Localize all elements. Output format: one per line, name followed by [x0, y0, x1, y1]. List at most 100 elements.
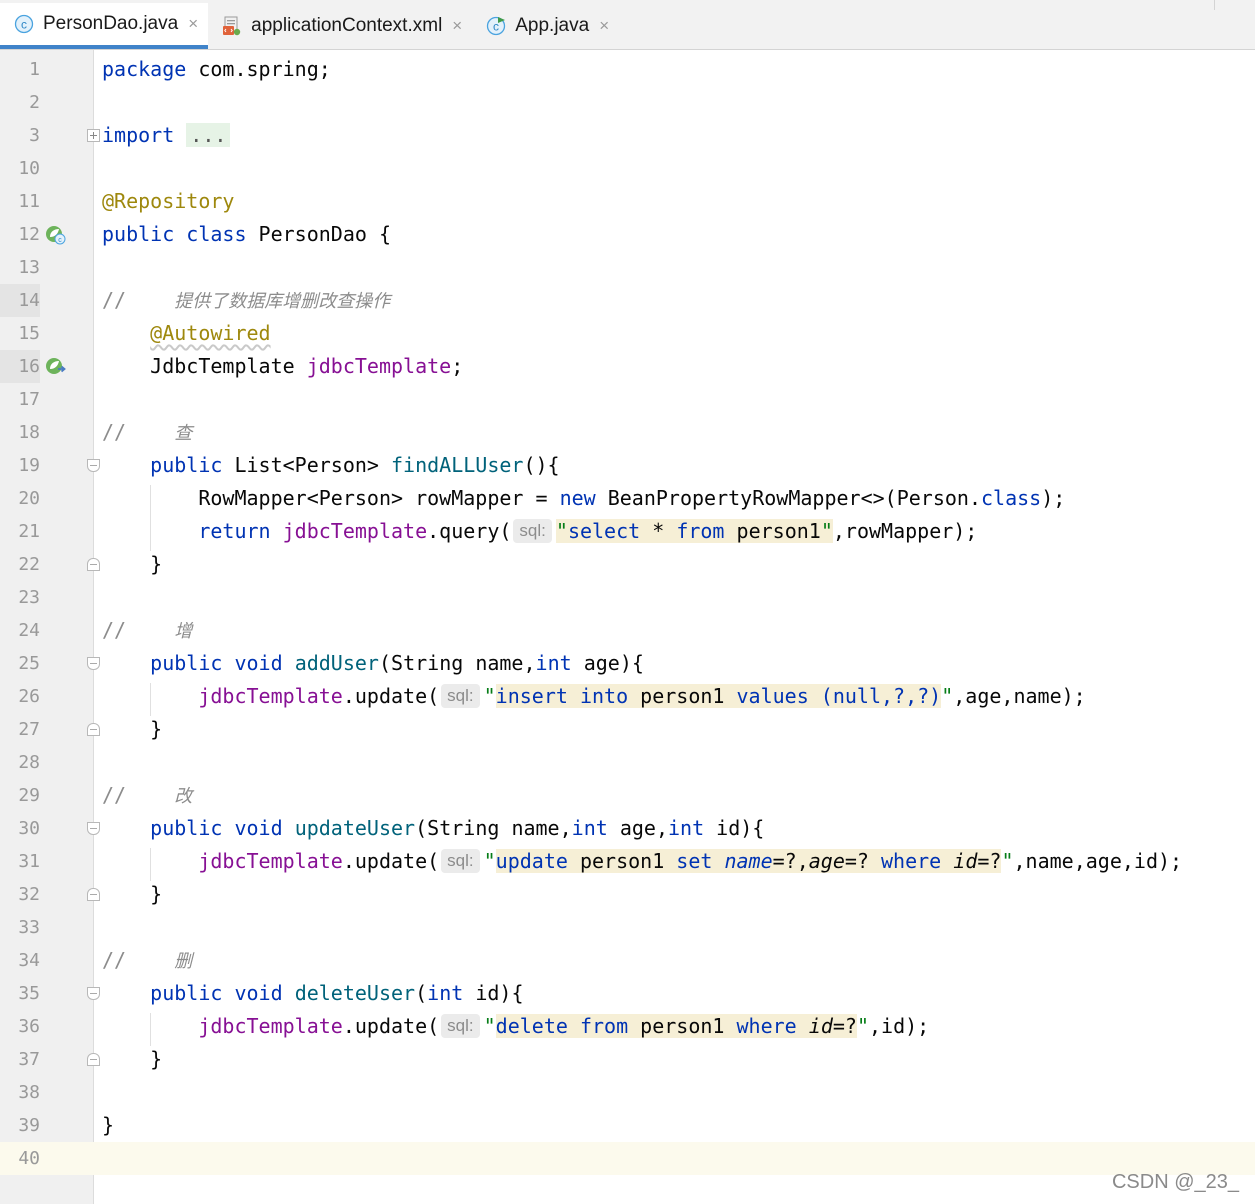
- sql-column: id: [808, 1014, 833, 1038]
- line-content[interactable]: @Autowired: [102, 317, 270, 350]
- collapse-fold-icon[interactable]: [87, 1053, 100, 1066]
- keyword: class: [981, 486, 1042, 510]
- collapse-fold-icon[interactable]: [87, 723, 100, 736]
- folded-imports-placeholder[interactable]: ...: [186, 123, 231, 147]
- code-line: 2: [0, 86, 1255, 119]
- line-content[interactable]: }: [102, 1109, 114, 1142]
- keyword: return: [198, 519, 271, 543]
- line-content[interactable]: // 提供了数据库增删改查操作: [102, 284, 390, 318]
- comment-text: 改: [174, 786, 193, 807]
- expand-fold-icon[interactable]: [87, 129, 100, 142]
- line-content[interactable]: RowMapper<Person> rowMapper = new BeanPr…: [102, 482, 1065, 515]
- parameters: age){: [571, 651, 644, 675]
- comment-marker: //: [102, 618, 127, 642]
- line-content[interactable]: package com.spring;: [102, 53, 331, 86]
- line-content[interactable]: @Repository: [102, 185, 234, 218]
- sql-keyword: delete: [495, 1014, 568, 1038]
- sql-column: age: [808, 849, 845, 873]
- code-line: 19 public List<Person> findALLUser(){: [0, 449, 1255, 482]
- keyword: import: [102, 123, 175, 147]
- sql-string[interactable]: insert into person1 values (null,?,?): [495, 684, 942, 708]
- code-line: 17: [0, 383, 1255, 416]
- sql-table: person1: [628, 684, 737, 708]
- semicolon: ;: [451, 354, 464, 378]
- keyword: public: [150, 816, 223, 840]
- sql-string[interactable]: "select * from person1": [555, 519, 833, 543]
- code-line: 26 jdbcTemplate.update(sql: "insert into …: [0, 680, 1255, 713]
- collapse-fold-icon[interactable]: [87, 558, 100, 571]
- field-name: jdbcTemplate: [198, 1014, 343, 1038]
- line-content[interactable]: // 改: [102, 779, 192, 813]
- line-content[interactable]: }: [102, 548, 162, 581]
- line-content[interactable]: public List<Person> findALLUser(){: [102, 449, 559, 482]
- type-name: JdbcTemplate: [150, 354, 307, 378]
- sql-string[interactable]: update person1 set name=?,age=? where id…: [495, 849, 1002, 873]
- line-content[interactable]: // 增: [102, 614, 192, 648]
- java-class-icon: c: [14, 14, 34, 34]
- close-tab-icon[interactable]: ×: [452, 16, 462, 36]
- quote: ": [941, 684, 954, 708]
- current-code-line[interactable]: 40: [0, 1142, 1255, 1175]
- package-name: com.spring;: [186, 57, 331, 81]
- line-number: 39: [18, 1115, 40, 1136]
- line-content[interactable]: // 删: [102, 944, 192, 978]
- line-content[interactable]: public void addUser(String name,int age)…: [102, 647, 644, 680]
- sql-string[interactable]: delete from person1 where id=?: [495, 1014, 857, 1038]
- code-line: 20 RowMapper<Person> rowMapper = new Bea…: [0, 482, 1255, 515]
- spring-bean-gutter-icon[interactable]: c: [44, 224, 68, 246]
- line-content[interactable]: import ...: [102, 119, 231, 152]
- line-content[interactable]: // 查: [102, 416, 192, 450]
- code-line: 16 JdbcTemplate jdbcTemplate;: [0, 350, 1255, 383]
- keyword: public: [102, 222, 175, 246]
- autowired-navigate-gutter-icon[interactable]: [44, 356, 68, 378]
- code-line: 23: [0, 581, 1255, 614]
- code-line: 34 // 删: [0, 944, 1255, 977]
- line-content[interactable]: JdbcTemplate jdbcTemplate;: [102, 350, 463, 383]
- comment-text: 查: [174, 423, 193, 444]
- code-line: 28: [0, 746, 1255, 779]
- line-content[interactable]: public void updateUser(String name,int a…: [102, 812, 764, 845]
- code-editor[interactable]: 1 package com.spring; 2 3 import ... 10 …: [0, 50, 1255, 1204]
- line-number: 31: [18, 851, 40, 872]
- line-content[interactable]: public void deleteUser(int id){: [102, 977, 523, 1010]
- close-tab-icon[interactable]: ×: [599, 16, 609, 36]
- collapse-fold-icon[interactable]: [87, 987, 100, 1000]
- tab-app-java[interactable]: c App.java ×: [472, 3, 619, 49]
- line-content[interactable]: return jdbcTemplate.query(sql: "select * …: [102, 515, 977, 548]
- collapse-fold-icon[interactable]: [87, 459, 100, 472]
- tab-persondao-java[interactable]: c PersonDao.java ×: [0, 3, 209, 49]
- closing-brace: }: [150, 552, 163, 576]
- closing-brace: }: [150, 1047, 163, 1071]
- tab-applicationcontext-xml[interactable]: applicationContext.xml ×: [208, 3, 472, 49]
- collapse-fold-icon[interactable]: [87, 657, 100, 670]
- line-content[interactable]: public class PersonDao {: [102, 218, 391, 251]
- line-number: 27: [18, 719, 40, 740]
- comment-text: 提供了数据库增删改查操作: [174, 291, 391, 312]
- line-content[interactable]: jdbcTemplate.update(sql: "update person1 …: [102, 845, 1182, 878]
- sql-text: =?,: [772, 849, 809, 873]
- line-content[interactable]: }: [102, 713, 162, 746]
- comment-text: 删: [174, 951, 193, 972]
- collapse-fold-icon[interactable]: [87, 822, 100, 835]
- line-number: 30: [18, 818, 40, 839]
- sql-keyword: from: [676, 519, 725, 543]
- code-line: 37 }: [0, 1043, 1255, 1076]
- code-line: 1 package com.spring;: [0, 53, 1255, 86]
- line-number: 17: [18, 389, 40, 410]
- close-tab-icon[interactable]: ×: [188, 14, 198, 34]
- sql-args: (null,?,?): [808, 684, 942, 708]
- sql-keyword: select: [567, 519, 641, 543]
- line-number: 40: [0, 1142, 40, 1175]
- collapse-fold-icon[interactable]: [87, 888, 100, 901]
- line-number: 3: [29, 125, 40, 146]
- sql-text: *: [640, 519, 677, 543]
- line-number: 19: [18, 455, 40, 476]
- line-content[interactable]: }: [102, 1043, 162, 1076]
- line-content[interactable]: }: [102, 878, 162, 911]
- keyword: new: [559, 486, 596, 510]
- line-content[interactable]: jdbcTemplate.update(sql: "delete from per…: [102, 1010, 929, 1043]
- code-line: 39 }: [0, 1109, 1255, 1142]
- code-line: 21 return jdbcTemplate.query(sql: "select…: [0, 515, 1255, 548]
- sql-keyword: from: [579, 1014, 629, 1038]
- line-content[interactable]: jdbcTemplate.update(sql: "insert into per…: [102, 680, 1086, 713]
